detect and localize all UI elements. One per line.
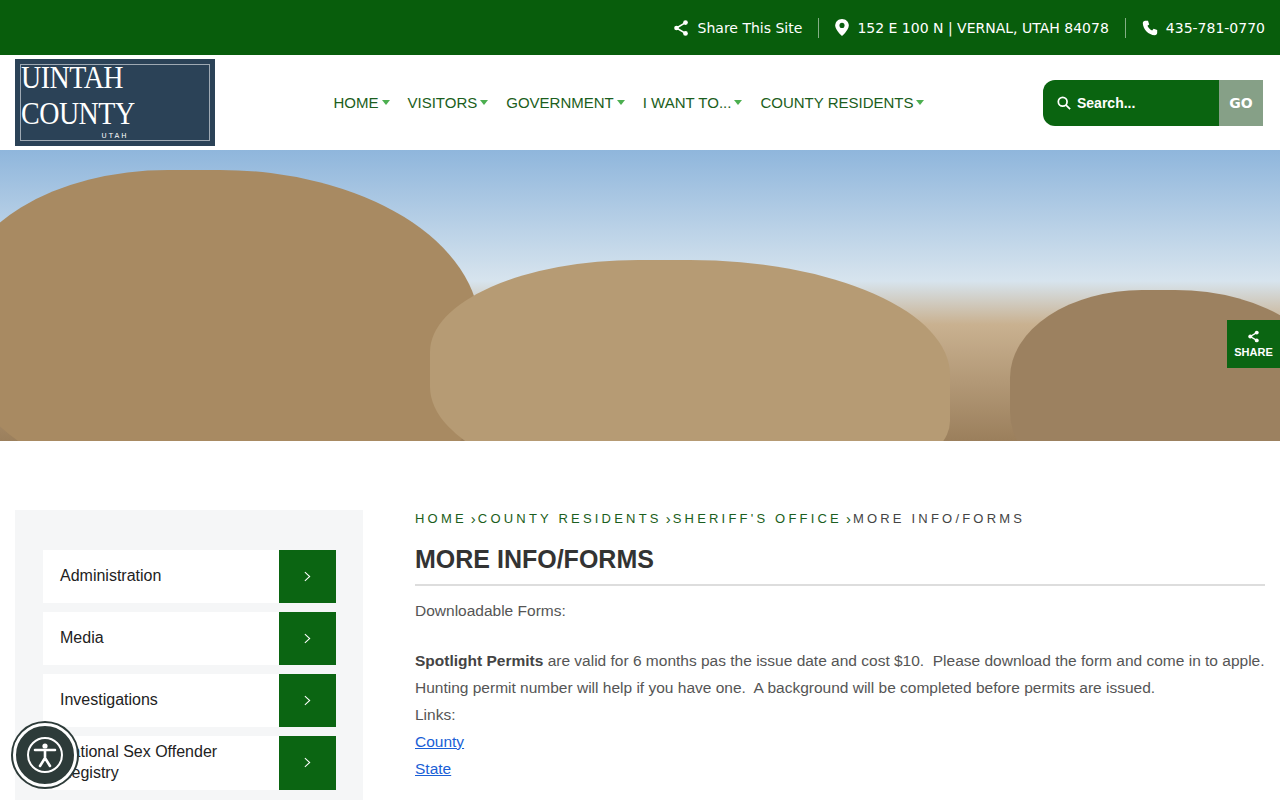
sidebar-item[interactable]: Media	[43, 612, 336, 665]
sidebar-item-label: Investigations	[43, 674, 279, 727]
separator	[818, 18, 819, 38]
dropdown-caret-icon	[480, 100, 488, 105]
phone-link[interactable]: 435-781-0770	[1142, 20, 1265, 36]
phone-text: 435-781-0770	[1166, 20, 1265, 36]
rock-shape	[0, 170, 480, 441]
top-bar: Share This Site 152 E 100 N | VERNAL, UTA…	[0, 0, 1280, 55]
search-field[interactable]: Search...	[1043, 80, 1219, 126]
breadcrumb-item[interactable]: HOME	[415, 511, 467, 526]
sidebar-item-label: Media	[43, 612, 279, 665]
search-go-button[interactable]: GO	[1219, 80, 1263, 126]
logo[interactable]: UINTAH COUNTYUTAH	[15, 59, 215, 146]
search-placeholder: Search...	[1077, 95, 1135, 111]
sidebar-item-label: Administration	[43, 550, 279, 603]
chevron-right-icon	[304, 571, 311, 582]
permit-paragraph: Spotlight Permits are valid for 6 months…	[415, 647, 1265, 701]
sidebar-arrow-button[interactable]	[279, 736, 336, 790]
dropdown-caret-icon	[617, 100, 625, 105]
breadcrumb-item[interactable]: SHERIFF'S OFFICE	[673, 511, 842, 526]
nav-label: I WANT TO...	[643, 94, 732, 111]
dropdown-caret-icon	[382, 100, 390, 105]
links-label: Links:	[415, 701, 1265, 728]
page-title: MORE INFO/FORMS	[415, 545, 1265, 586]
accessibility-icon	[25, 735, 65, 775]
link[interactable]: State	[415, 755, 1265, 782]
share-icon	[672, 19, 690, 37]
share-tab-label: SHARE	[1234, 346, 1273, 358]
sidebar-item[interactable]: National Sex Offender Registry	[43, 736, 336, 790]
nav-item[interactable]: I WANT TO...	[643, 94, 743, 111]
sidebar-arrow-button[interactable]	[279, 550, 336, 603]
separator	[1125, 18, 1126, 38]
sidebar-item-label: National Sex Offender Registry	[43, 736, 279, 790]
breadcrumb-separator: ›	[666, 510, 671, 527]
nav-item[interactable]: HOME	[334, 94, 390, 111]
dropdown-caret-icon	[734, 100, 742, 105]
sidebar-arrow-button[interactable]	[279, 612, 336, 665]
dropdown-caret-icon	[916, 100, 924, 105]
header: UINTAH COUNTYUTAH HOME VISITORS GOVERNMENT I…	[0, 55, 1280, 150]
intro-text: Downloadable Forms:	[415, 602, 1265, 620]
share-tab[interactable]: SHARE	[1227, 320, 1280, 368]
sidebar-item[interactable]: Administration	[43, 550, 336, 603]
sidebar-arrow-button[interactable]	[279, 674, 336, 727]
rock-shape	[430, 260, 950, 441]
logo-frame: UINTAH COUNTYUTAH	[20, 64, 210, 141]
address-text: 152 E 100 N | VERNAL, UTAH 84078	[857, 20, 1108, 36]
nav-item[interactable]: GOVERNMENT	[506, 94, 625, 111]
hero-photo	[0, 150, 1280, 441]
map-pin-icon	[835, 19, 849, 36]
sidebar-item[interactable]: Investigations	[43, 674, 336, 727]
content: Administration Media Investigations Nationa…	[0, 441, 1280, 800]
page: Share This Site 152 E 100 N | VERNAL, UTA…	[0, 0, 1280, 800]
chevron-right-icon	[304, 757, 311, 768]
main-content: HOME›COUNTY RESIDENTS›SHERIFF'S OFFICE›M…	[415, 510, 1265, 800]
logo-title: UINTAH COUNTY	[21, 60, 209, 131]
nav-item[interactable]: VISITORS	[408, 94, 489, 111]
nav-label: HOME	[334, 94, 379, 111]
logo-subtitle: UTAH	[102, 132, 129, 140]
search-icon	[1057, 96, 1071, 110]
chevron-right-icon	[304, 633, 311, 644]
accessibility-button[interactable]	[13, 723, 77, 787]
main-nav: HOME VISITORS GOVERNMENT I WANT TO... COUNTY…	[215, 94, 1043, 111]
breadcrumb-item[interactable]: COUNTY RESIDENTS	[478, 511, 662, 526]
breadcrumb: HOME›COUNTY RESIDENTS›SHERIFF'S OFFICE›M…	[415, 510, 1265, 527]
breadcrumb-separator: ›	[846, 510, 851, 527]
link[interactable]: County	[415, 728, 1265, 755]
breadcrumb-separator: ›	[471, 510, 476, 527]
share-site-text: Share This Site	[698, 20, 803, 36]
breadcrumb-item: MORE INFO/FORMS	[853, 511, 1025, 526]
nav-label: VISITORS	[408, 94, 478, 111]
nav-label: COUNTY RESIDENTS	[760, 94, 913, 111]
nav-label: GOVERNMENT	[506, 94, 614, 111]
address: 152 E 100 N | VERNAL, UTAH 84078	[835, 19, 1108, 36]
phone-icon	[1142, 20, 1158, 36]
share-site-link[interactable]: Share This Site	[672, 19, 803, 37]
search-box: Search... GO	[1043, 80, 1263, 126]
chevron-right-icon	[304, 695, 311, 706]
share-icon	[1247, 330, 1260, 343]
nav-item[interactable]: COUNTY RESIDENTS	[760, 94, 924, 111]
permit-heading: Spotlight Permits	[415, 652, 543, 669]
